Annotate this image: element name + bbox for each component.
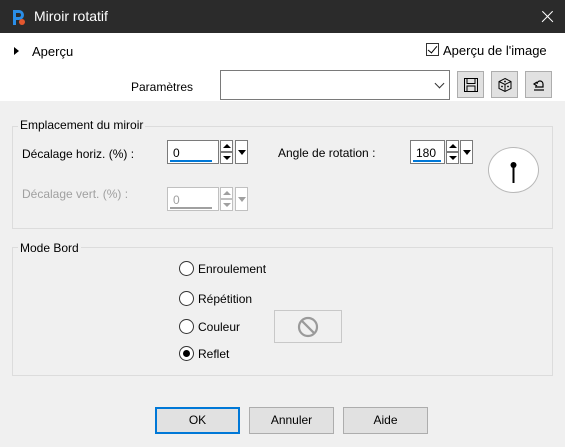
radio-wrap-label[interactable]: Enroulement — [198, 262, 266, 276]
vert-offset-label: Décalage vert. (%) : — [22, 187, 129, 201]
horiz-offset-label: Décalage horiz. (%) : — [22, 147, 135, 161]
preview-image-label[interactable]: Aperçu de l'image — [443, 43, 547, 58]
window-title: Miroir rotatif — [34, 8, 108, 24]
preview-expander-label[interactable]: Aperçu — [32, 44, 73, 59]
preview-image-checkbox[interactable] — [426, 43, 439, 56]
spin-down-icon[interactable] — [220, 152, 233, 164]
randomize-button[interactable] — [491, 71, 518, 98]
reset-button[interactable] — [525, 71, 552, 98]
close-button[interactable] — [530, 0, 565, 33]
rotation-angle-label: Angle de rotation : — [278, 146, 376, 160]
spin-up-icon — [220, 187, 233, 199]
edge-mode-title: Mode Bord — [18, 241, 81, 255]
expand-arrow-icon[interactable] — [14, 47, 19, 55]
random-dice-icon — [498, 77, 512, 93]
radio-wrap[interactable] — [179, 261, 194, 276]
cancel-button[interactable]: Annuler — [249, 407, 334, 434]
save-icon — [464, 78, 478, 92]
radio-color[interactable] — [179, 319, 194, 334]
help-button[interactable]: Aide — [343, 407, 428, 434]
save-preset-button[interactable] — [457, 71, 484, 98]
dial-needle-icon — [510, 162, 517, 183]
rotation-angle-input[interactable]: 180 — [410, 140, 445, 164]
no-color-icon — [297, 316, 319, 338]
vert-offset-spinner — [220, 187, 233, 211]
radio-color-label[interactable]: Couleur — [198, 320, 240, 334]
vert-offset-value: 0 — [173, 193, 180, 207]
radio-repeat-label[interactable]: Répétition — [198, 292, 252, 306]
rotation-angle-dropdown[interactable] — [460, 140, 473, 164]
horiz-offset-input[interactable]: 0 — [167, 140, 219, 164]
horiz-offset-value: 0 — [173, 146, 180, 160]
radio-reflect-label[interactable]: Reflet — [198, 347, 229, 361]
rotation-angle-spinner[interactable] — [446, 140, 459, 164]
spin-up-icon[interactable] — [220, 140, 233, 152]
vert-offset-input: 0 — [167, 187, 219, 211]
radio-reflect[interactable] — [179, 346, 194, 361]
reset-icon — [532, 80, 544, 91]
spin-up-icon[interactable] — [446, 140, 459, 152]
ok-button[interactable]: OK — [155, 407, 240, 434]
horiz-offset-spinner[interactable] — [220, 140, 233, 164]
color-swatch-button[interactable] — [274, 310, 342, 343]
spin-down-icon — [220, 199, 233, 211]
rotation-dial[interactable] — [488, 147, 539, 193]
spin-down-icon[interactable] — [446, 152, 459, 164]
chevron-down-icon[interactable] — [432, 71, 449, 99]
vert-offset-dropdown — [235, 187, 248, 211]
radio-repeat[interactable] — [179, 291, 194, 306]
app-logo-icon — [9, 8, 27, 26]
rotation-angle-value: 180 — [416, 146, 437, 160]
params-label: Paramètres — [131, 80, 194, 94]
horiz-offset-dropdown[interactable] — [235, 140, 248, 164]
mirror-location-title: Emplacement du miroir — [18, 118, 146, 132]
params-combo[interactable] — [220, 70, 450, 100]
